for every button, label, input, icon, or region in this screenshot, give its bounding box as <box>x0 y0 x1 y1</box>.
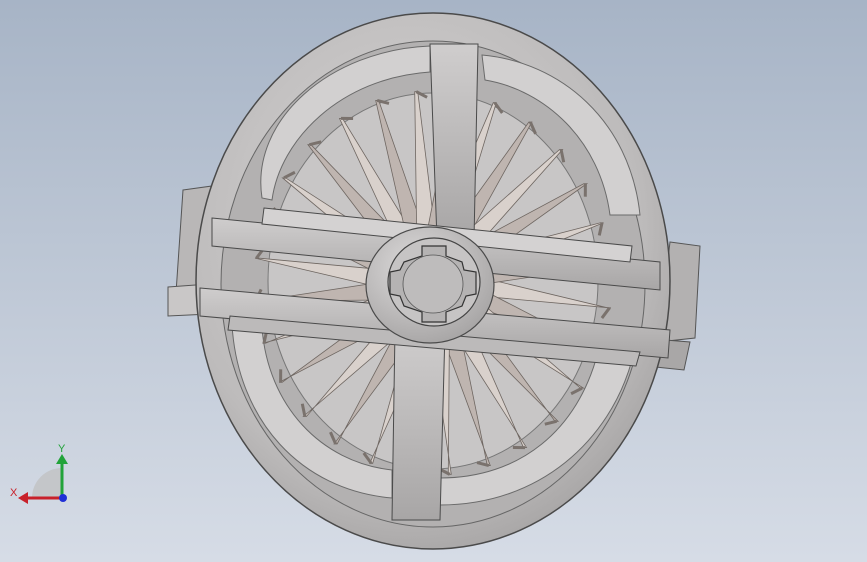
y-axis-head <box>56 454 68 464</box>
hub[interactable] <box>365 226 495 344</box>
x-axis-head <box>18 492 28 504</box>
z-axis-dot <box>59 494 67 502</box>
triad-plane-shade <box>32 468 62 498</box>
y-axis-label: Y <box>58 443 66 455</box>
x-axis-label: X <box>10 487 18 499</box>
orientation-triad: Y X <box>10 443 68 504</box>
graphics-viewport[interactable]: Y X <box>0 0 867 562</box>
model-view[interactable] <box>0 0 867 562</box>
